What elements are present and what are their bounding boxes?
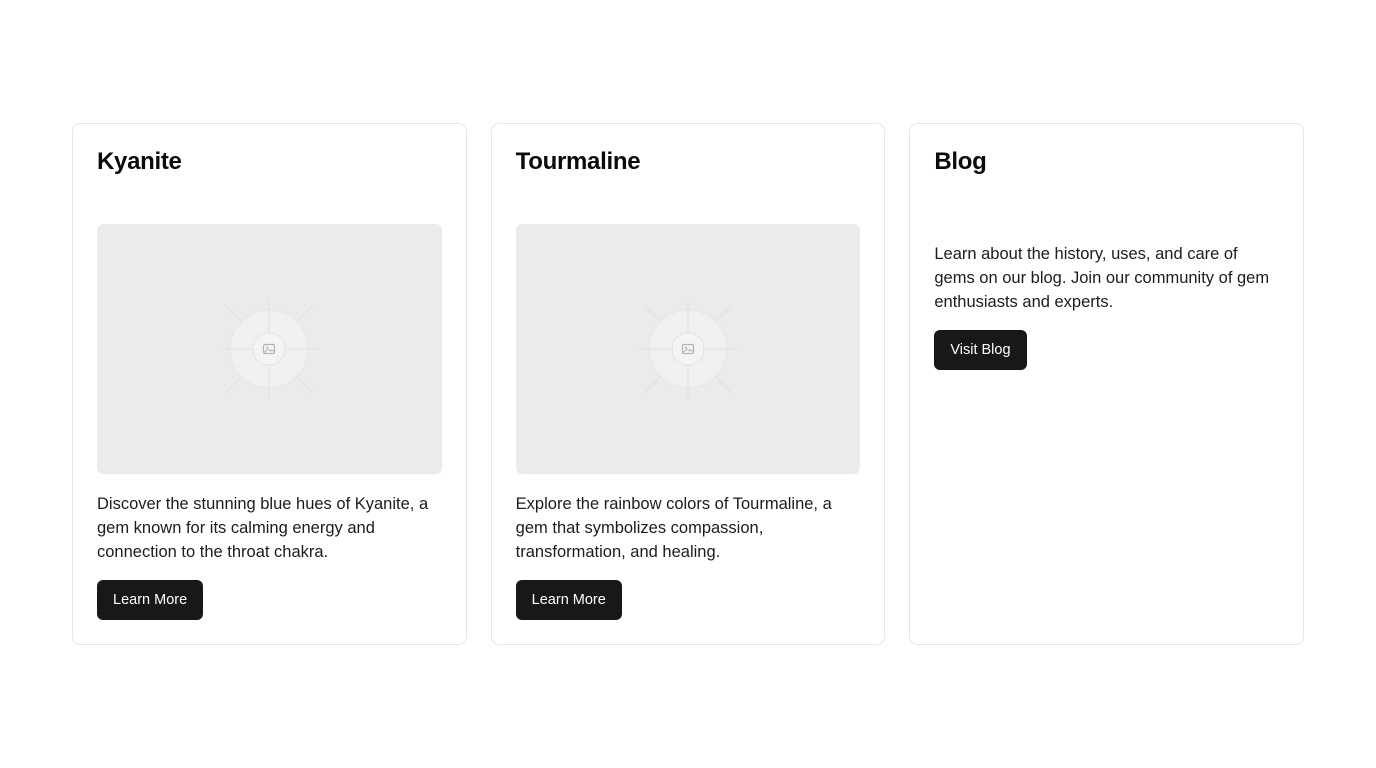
image-placeholder	[515, 224, 861, 474]
card-description: Explore the rainbow colors of Tourmaline…	[515, 495, 832, 561]
image-placeholder-icon	[219, 299, 320, 399]
card-description: Discover the stunning blue hues of Kyani…	[97, 495, 429, 561]
card-grid: Kyanite Discover the stunning blue hues …	[72, 123, 1305, 645]
visit-blog-button[interactable]: Visit Blog	[934, 330, 1027, 370]
image-placeholder	[97, 224, 442, 474]
card-blog: Blog Learn about the history, uses, and …	[909, 123, 1305, 645]
card-description: Learn about the history, uses, and care …	[934, 245, 1270, 311]
card-kyanite: Kyanite Discover the stunning blue hues …	[72, 123, 467, 645]
learn-more-button[interactable]: Learn More	[97, 580, 204, 620]
card-tourmaline: Tourmaline Explore the rainbow colors of…	[490, 123, 886, 645]
card-title: Kyanite	[97, 148, 182, 175]
learn-more-button[interactable]: Learn More	[515, 580, 622, 620]
image-placeholder-icon	[638, 299, 738, 399]
card-title: Tourmaline	[515, 148, 641, 175]
card-title: Blog	[934, 148, 987, 175]
